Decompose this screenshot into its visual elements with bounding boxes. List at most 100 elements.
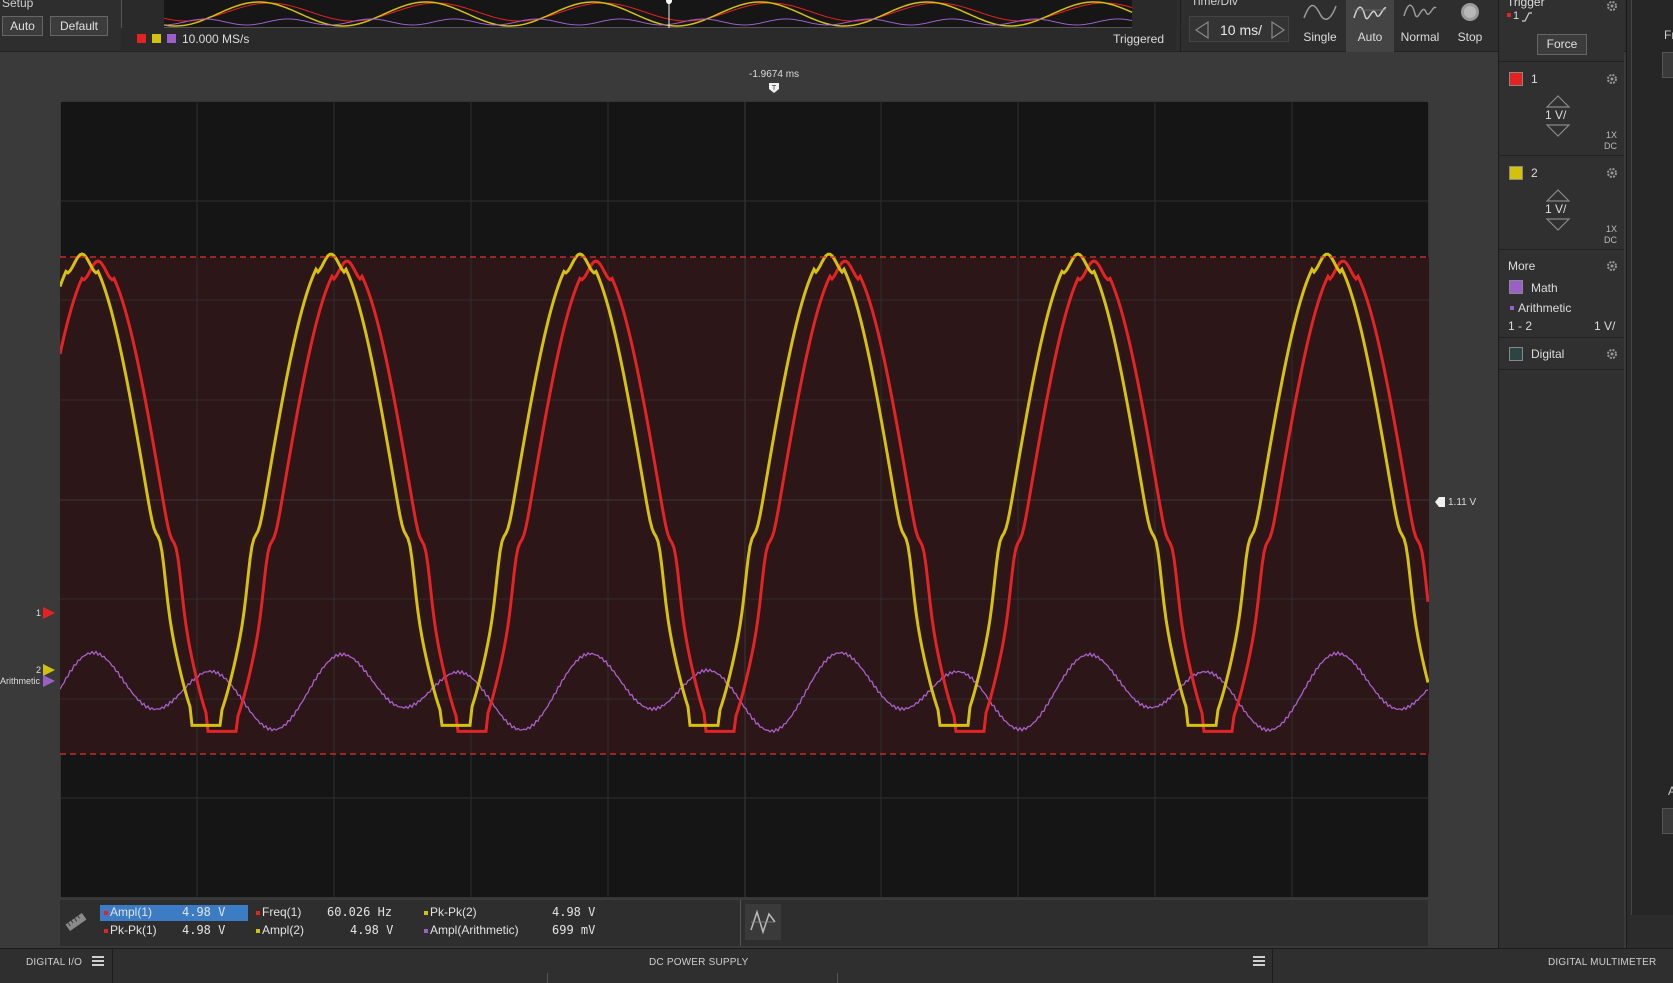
ch1-settings-gear-icon[interactable] (1606, 73, 1618, 85)
ch2-settings-gear-icon[interactable] (1606, 167, 1618, 179)
time-div-value[interactable]: 10 ms/ (1220, 22, 1262, 38)
digital-section: Digital (1499, 338, 1624, 370)
far-right-panel: Fr A (1626, 0, 1673, 948)
math-marker-label: Arithmetic (0, 676, 41, 686)
default-setup-button[interactable]: Default (50, 16, 108, 36)
digital-multimeter-tab[interactable]: DIGITAL MULTIMETER (1548, 957, 1656, 968)
digital-label[interactable]: Digital (1531, 347, 1564, 361)
auto-mode-label: Auto (1357, 30, 1383, 44)
ch2-scale: 1 V/ (1545, 202, 1567, 216)
far-right-control-1[interactable] (1662, 52, 1673, 78)
more-section: More Math Arithmetic 1 - 2 1 V/ (1499, 250, 1624, 338)
ch2-coupling: DC (1604, 235, 1617, 245)
dc-power-panel: DC POWER SUPPLY (112, 949, 1273, 983)
more-label: More (1508, 259, 1536, 273)
trigger-settings-gear-icon[interactable] (1606, 0, 1618, 12)
ruler-icon[interactable] (64, 910, 88, 934)
math-expression: 1 - 2 (1508, 319, 1533, 333)
bottom-instrument-bar: DIGITAL I/O DC POWER SUPPLY DIGITAL MULT… (0, 948, 1673, 983)
math-label[interactable]: Math (1531, 281, 1558, 295)
more-settings-gear-icon[interactable] (1606, 260, 1618, 272)
channel2-section[interactable]: 2 1 V/ 1X DC (1499, 156, 1624, 250)
trigger-time-readout: -1.9674 ms (749, 69, 800, 80)
rising-edge-icon (1522, 12, 1532, 22)
ch1-name: 1 (1531, 72, 1538, 86)
waveform-display[interactable] (60, 101, 1429, 898)
stop-button[interactable]: Stop (1446, 0, 1494, 52)
dc-power-supply-tab[interactable]: DC POWER SUPPLY (649, 957, 749, 968)
digital-io-menu-icon[interactable] (92, 956, 104, 966)
ch2-enable-checkbox[interactable] (1509, 166, 1523, 180)
svg-text:T: T (772, 85, 777, 92)
digital-io-tab[interactable]: DIGITAL I/O (26, 957, 82, 968)
single-mode-button[interactable]: Single (1296, 0, 1344, 52)
measurement-ampl2[interactable]: Ampl(2) (256, 923, 304, 937)
measurement-pkpk1[interactable]: Pk-Pk(1) (104, 923, 157, 937)
single-wave-icon (1303, 4, 1337, 20)
measurement-ampl-arith[interactable]: Ampl(Arithmetic) (424, 923, 519, 937)
dc-power-menu-icon[interactable] (1253, 956, 1265, 966)
stop-icon (1461, 3, 1479, 21)
math-enable-checkbox[interactable] (1509, 280, 1523, 294)
measurement-ampl-arith-value: 699 mV (552, 923, 596, 937)
measurement-ampl1-value: 4.98 V (182, 905, 226, 919)
digital-enable-checkbox[interactable] (1509, 347, 1523, 361)
normal-mode-label: Normal (1400, 30, 1440, 44)
ch1-dot (104, 910, 108, 915)
waveform-overview[interactable] (121, 0, 1177, 28)
time-div-increase-icon[interactable] (1270, 21, 1286, 39)
ch1-enable-checkbox[interactable] (1509, 72, 1523, 86)
measurement-ampl2-value: 4.98 V (350, 923, 394, 937)
math-offset-marker-icon[interactable] (43, 675, 55, 687)
trigger-position-icon[interactable]: T (768, 82, 780, 94)
time-div-label: Time/Div (1191, 0, 1238, 8)
divider (837, 973, 838, 983)
auto-mode-button[interactable]: Auto (1346, 0, 1394, 52)
time-div-decrease-icon[interactable] (1194, 21, 1210, 39)
ch1-marker-label: 1 (36, 608, 42, 618)
ch2-scale-down-icon[interactable] (1545, 218, 1571, 232)
measurement-pkpk1-value: 4.98 V (182, 923, 226, 937)
measurement-name: Ampl(1) (110, 905, 153, 919)
single-mode-label: Single (1303, 30, 1337, 44)
measurement-pkpk2[interactable]: Pk-Pk(2) (424, 905, 477, 919)
measurement-name: Pk-Pk(1) (110, 923, 157, 937)
trigger-source-dot (1507, 13, 1511, 17)
force-trigger-button[interactable]: Force (1537, 34, 1587, 55)
digital-settings-gear-icon[interactable] (1606, 348, 1618, 360)
time-div-panel: Time/Div 10 ms/ (1180, 0, 1296, 52)
far-right-label-1: Fr (1664, 28, 1673, 42)
measurement-name: Ampl(2) (262, 923, 305, 937)
ch2-dot (256, 928, 260, 933)
sample-rate: 10.000 MS/s (182, 32, 250, 46)
fft-button[interactable] (745, 904, 781, 940)
auto-wave-icon (1353, 6, 1387, 20)
ch1-swatch (137, 34, 146, 43)
far-right-control-2[interactable] (1662, 808, 1673, 834)
ch2-name: 2 (1531, 166, 1538, 180)
trigger-level-icon[interactable] (1434, 496, 1446, 508)
math-type: Arithmetic (1518, 301, 1572, 315)
ch2-scale-up-icon[interactable] (1545, 188, 1571, 202)
auto-setup-button[interactable]: Auto (2, 16, 43, 36)
measurement-freq1[interactable]: Freq(1) (256, 905, 301, 919)
measurement-freq1-value: 60.026 Hz (327, 905, 393, 919)
measurement-name: Freq(1) (262, 905, 302, 919)
ch1-offset-marker-icon[interactable] (43, 607, 55, 619)
ch1-scale-down-icon[interactable] (1545, 124, 1571, 138)
top-toolbar: Setup Auto Default 10.000 MS/s Triggered… (0, 0, 1673, 52)
ch2-marker-label: 2 (36, 665, 42, 675)
measurement-name: Ampl(Arithmetic) (430, 923, 519, 937)
trigger-status: Triggered (1113, 32, 1164, 46)
trigger-label: Trigger (1507, 0, 1545, 9)
stop-label: Stop (1457, 30, 1483, 44)
divider (740, 900, 741, 946)
normal-mode-button[interactable]: Normal (1396, 0, 1444, 52)
overview-info-bar: 10.000 MS/s Triggered (121, 28, 1176, 50)
ch1-scale: 1 V/ (1545, 108, 1567, 122)
channel1-section[interactable]: 1 1 V/ 1X DC (1499, 62, 1624, 156)
math-scale: 1 V/ (1594, 319, 1616, 333)
divider (547, 973, 548, 983)
ch1-scale-up-icon[interactable] (1545, 94, 1571, 108)
measurement-ampl1[interactable]: Ampl(1) (104, 905, 152, 919)
